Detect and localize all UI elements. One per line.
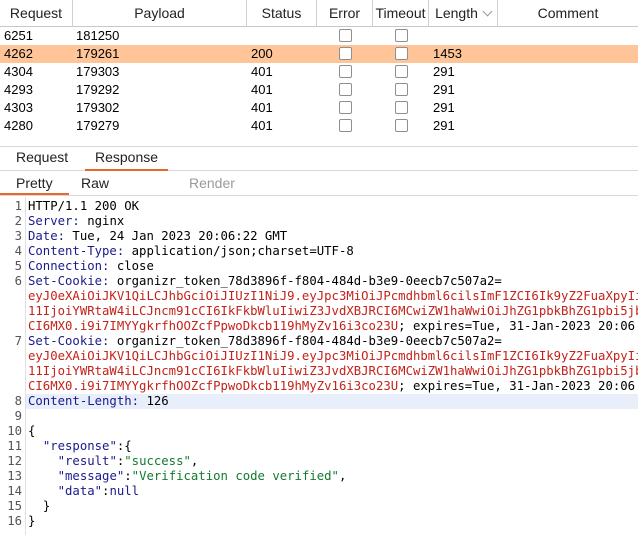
cell-length: 1453 <box>433 46 462 61</box>
error-checkbox[interactable] <box>339 119 352 132</box>
code-line: Set-Cookie: organizr_token_78d3896f-f804… <box>28 274 502 288</box>
cell-status: 200 <box>251 46 273 61</box>
line-number: 11 <box>7 439 22 453</box>
cell-request: 4262 <box>4 46 33 61</box>
cell-length: 291 <box>433 64 455 79</box>
line-number: 14 <box>7 484 22 498</box>
cell-length: 291 <box>433 100 455 115</box>
col-payload[interactable]: Payload <box>73 0 247 27</box>
cell-request: 4303 <box>4 100 33 115</box>
code-line: HTTP/1.1 200 OK <box>28 199 140 213</box>
code-line: Date: Tue, 24 Jan 2023 20:06:22 GMT <box>28 229 288 243</box>
message-tabs: Request Response <box>0 146 638 171</box>
table-row-partial[interactable] <box>0 135 638 146</box>
code-line: } <box>42 499 51 513</box>
col-status[interactable]: Status <box>247 0 317 27</box>
cell-payload: 179279 <box>76 118 120 133</box>
code-line: "message":"Verification code verified", <box>57 469 347 483</box>
table-row[interactable]: 4293 179292 401 291 <box>0 81 638 99</box>
line-number: 8 <box>14 394 22 408</box>
code-line: } <box>28 514 36 528</box>
code-line: Content-Type: application/json;charset=U… <box>28 244 354 258</box>
table-row[interactable]: 4304 179303 401 291 <box>0 63 638 81</box>
line-number: 15 <box>7 499 22 513</box>
timeout-checkbox[interactable] <box>395 101 408 114</box>
error-checkbox[interactable] <box>339 83 352 96</box>
timeout-checkbox[interactable] <box>395 83 408 96</box>
sort-chevron-icon <box>482 6 493 17</box>
code-line-wrap: eyJ0eXAiOiJKV1QiLCJhbGciOiJIUzI1NiJ9.eyJ… <box>28 289 638 303</box>
tab-render[interactable]: Render <box>189 171 235 195</box>
col-request[interactable]: Request <box>0 0 73 27</box>
line-number: 2 <box>14 214 22 228</box>
table-row-selected[interactable]: 4262 179261 200 1453 <box>0 45 638 63</box>
code-line: Connection: close <box>28 259 154 273</box>
error-checkbox[interactable] <box>339 65 352 78</box>
col-comment[interactable]: Comment <box>498 0 638 27</box>
code-line: "result":"success", <box>57 454 199 468</box>
timeout-checkbox[interactable] <box>395 119 408 132</box>
timeout-checkbox[interactable] <box>395 47 408 60</box>
line-number: 5 <box>14 259 22 273</box>
line-number: 1 <box>14 199 22 213</box>
line-number: 3 <box>14 229 22 243</box>
table-row[interactable]: 4280 179279 401 291 <box>0 117 638 135</box>
line-number: 13 <box>7 469 22 483</box>
tab-pretty[interactable]: Pretty <box>0 171 69 195</box>
cell-payload: 179303 <box>76 64 120 79</box>
code-line-wrap: eyJ0eXAiOiJKV1QiLCJhbGciOiJIUzI1NiJ9.eyJ… <box>28 349 638 363</box>
code-line: { <box>28 424 36 438</box>
line-number: 12 <box>7 454 22 468</box>
code-line: Server: nginx <box>28 214 125 228</box>
code-line-highlighted: Content-Length: 126 <box>26 394 638 409</box>
line-number: 9 <box>14 409 22 423</box>
col-timeout[interactable]: Timeout <box>373 0 429 27</box>
code-line: Set-Cookie: organizr_token_78d3896f-f804… <box>28 334 502 348</box>
cell-status: 401 <box>251 118 273 133</box>
tab-request[interactable]: Request <box>6 147 78 171</box>
cell-status: 401 <box>251 100 273 115</box>
code-line-wrap: CI6MX0.i9i7IMYYgkrfhOOZcfPpwoDkcb119hMyZ… <box>28 319 638 333</box>
error-checkbox[interactable] <box>339 29 352 42</box>
tab-raw[interactable]: Raw <box>81 171 109 195</box>
cell-request: 4280 <box>4 118 33 133</box>
cell-payload: 181250 <box>76 28 120 43</box>
line-number: 6 <box>14 274 22 288</box>
table-row[interactable]: 6251 181250 <box>0 27 638 45</box>
code-line-wrap: 11IjoiYWRtaW4iLCJncm91cCI6IkFkbWluIiwiZ3… <box>28 304 638 318</box>
error-checkbox[interactable] <box>339 47 352 60</box>
cell-request: 6251 <box>4 28 33 43</box>
timeout-checkbox[interactable] <box>395 29 408 42</box>
cell-payload: 179261 <box>76 46 120 61</box>
table-row[interactable]: 4303 179302 401 291 <box>0 99 638 117</box>
cell-status: 401 <box>251 82 273 97</box>
code-line-wrap: 11IjoiYWRtaW4iLCJncm91cCI6IkFkbWluIiwiZ3… <box>28 364 638 378</box>
col-error[interactable]: Error <box>317 0 373 27</box>
table-header: Request Payload Status Error Timeout Len… <box>0 0 638 27</box>
error-checkbox[interactable] <box>339 101 352 114</box>
cell-request: 4293 <box>4 82 33 97</box>
code-line-wrap: CI6MX0.i9i7IMYYgkrfhOOZcfPpwoDkcb119hMyZ… <box>28 379 638 393</box>
line-number: 16 <box>7 514 22 528</box>
response-body[interactable]: 1 HTTP/1.1 200 OK 2 Server: nginx 3 Date… <box>0 197 638 535</box>
line-number: 4 <box>14 244 22 258</box>
line-gutter-divider <box>25 197 26 535</box>
cell-status: 401 <box>251 64 273 79</box>
code-line: "response":{ <box>42 439 132 453</box>
view-tabs: Pretty Raw Render <box>0 171 638 196</box>
cell-length: 291 <box>433 118 455 133</box>
line-number: 7 <box>14 334 22 348</box>
line-number: 10 <box>7 424 22 438</box>
cell-payload: 179302 <box>76 100 120 115</box>
timeout-checkbox[interactable] <box>395 65 408 78</box>
cell-payload: 179292 <box>76 82 120 97</box>
cell-request: 4304 <box>4 64 33 79</box>
col-length[interactable]: Length <box>429 0 498 27</box>
tab-response[interactable]: Response <box>85 147 169 171</box>
results-table: Request Payload Status Error Timeout Len… <box>0 0 638 146</box>
cell-length: 291 <box>433 82 455 97</box>
code-line: "data":null <box>57 484 140 498</box>
